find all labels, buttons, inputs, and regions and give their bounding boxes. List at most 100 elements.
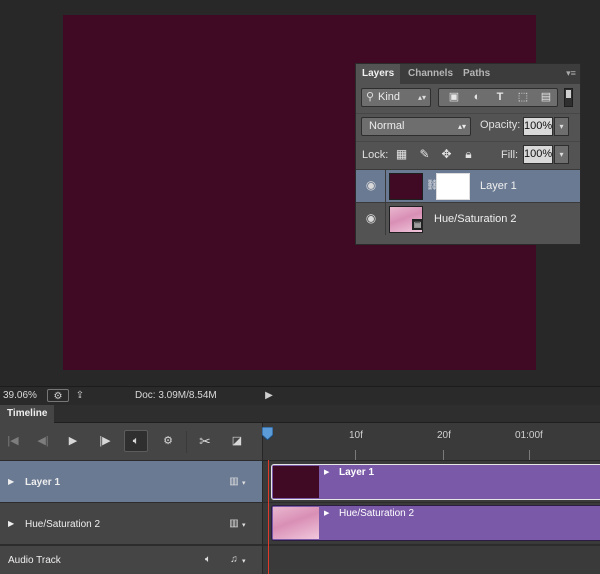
track-lane-hue-saturation-2: ▶ Hue/Saturation 2 xyxy=(262,503,600,545)
clip-expand-icon[interactable]: ▶ xyxy=(324,468,329,476)
blend-row: Normal ▴▾ Opacity: 100% ▾ xyxy=(356,113,580,141)
lock-transparency-icon[interactable]: ▦ xyxy=(395,148,408,161)
previous-frame-icon[interactable]: ◀| xyxy=(34,432,52,450)
lock-pixels-icon[interactable]: ✎ xyxy=(418,148,431,161)
visibility-column: ◉ xyxy=(356,170,386,202)
pixel-filter-icon[interactable]: ▣ xyxy=(447,91,461,104)
layer-mask-thumbnail[interactable] xyxy=(436,173,470,200)
status-bar: 39.06% ⚙ ⇪ Doc: 3.09M/8.54M ▶ xyxy=(0,386,600,405)
ruler-tick xyxy=(443,450,444,460)
dropdown-arrows-icon: ▴▾ xyxy=(457,122,466,131)
ruler-label-20f: 20f xyxy=(437,430,451,441)
fill-field[interactable]: 100% xyxy=(523,145,553,164)
fill-label: Fill: xyxy=(501,149,519,161)
filter-toggle[interactable] xyxy=(564,88,573,107)
eye-icon[interactable]: ◉ xyxy=(364,179,378,191)
status-menu-arrow-icon[interactable]: ▶ xyxy=(262,389,276,402)
doc-size: Doc: 3.09M/8.54M xyxy=(135,390,217,401)
track-header-layer-1[interactable]: ▶ Layer 1 ▥ ▾ xyxy=(0,461,262,503)
blend-mode-dropdown[interactable]: Normal ▴▾ xyxy=(361,117,471,136)
track-menu-caret-icon[interactable]: ▾ xyxy=(242,521,246,529)
panel-menu-icon[interactable]: ▾≡ xyxy=(566,68,576,78)
track-menu-caret-icon[interactable]: ▾ xyxy=(242,479,246,487)
ruler-tick xyxy=(355,450,356,460)
adjustment-badge-icon: ▤ xyxy=(412,219,423,230)
playhead-line xyxy=(268,460,269,574)
clip-label: Hue/Saturation 2 xyxy=(339,508,415,519)
track-label: Layer 1 xyxy=(25,477,61,488)
visibility-column: ◉ xyxy=(356,203,386,235)
lock-label: Lock: xyxy=(362,149,389,161)
transition-icon[interactable]: ◪ xyxy=(228,432,246,450)
zoom-level[interactable]: 39.06% xyxy=(3,390,37,401)
lock-all-icon[interactable]: 🔒︎ xyxy=(462,148,475,161)
gpu-status-icon[interactable]: ⚙ xyxy=(47,389,69,402)
expand-triangle-icon[interactable]: ▶ xyxy=(8,477,14,486)
timeline-controls: |◀ ◀| ▶ |▶ 🔈︎ ⚙ ✂ ◪ xyxy=(0,423,262,461)
audio-menu-caret-icon[interactable]: ▾ xyxy=(242,557,246,565)
next-frame-icon[interactable]: |▶ xyxy=(96,432,114,450)
audio-track-label: Audio Track xyxy=(8,555,61,566)
layer-thumbnail[interactable] xyxy=(389,173,423,200)
filter-icons-group: ▣ ◐ T ⬚ ▤ xyxy=(438,88,558,107)
layer-name[interactable]: Hue/Saturation 2 xyxy=(434,213,517,225)
opacity-field[interactable]: 100% xyxy=(523,117,553,136)
eye-icon[interactable]: ◉ xyxy=(364,212,378,224)
opacity-slider-button[interactable]: ▾ xyxy=(554,117,569,136)
share-export-icon[interactable]: ⇪ xyxy=(73,389,87,402)
type-filter-icon[interactable]: T xyxy=(493,91,507,104)
track-lane-layer-1: ▶ Layer 1 xyxy=(262,461,600,503)
go-to-first-frame-icon[interactable]: |◀ xyxy=(4,432,22,450)
smart-object-filter-icon[interactable]: ▤ xyxy=(539,91,553,104)
clip-hue-saturation-2[interactable]: ▶ Hue/Saturation 2 xyxy=(271,505,600,541)
clip-layer-1[interactable]: ▶ Layer 1 xyxy=(271,464,600,500)
track-header-hue-saturation-2[interactable]: ▶ Hue/Saturation 2 ▥ ▾ xyxy=(0,503,262,545)
shape-filter-icon[interactable]: ⬚ xyxy=(516,91,530,104)
ruler-tick xyxy=(529,450,530,460)
mute-audio-icon[interactable]: 🔈︎ xyxy=(124,430,148,452)
audio-mute-speaker-icon[interactable]: 🔈︎ xyxy=(202,554,214,566)
timeline-tab-bar: Timeline xyxy=(0,405,600,423)
tab-paths[interactable]: Paths xyxy=(457,64,496,84)
playhead-icon[interactable] xyxy=(262,427,273,440)
dropdown-arrows-icon: ▴▾ xyxy=(417,93,426,102)
tab-timeline[interactable]: Timeline xyxy=(0,405,55,423)
clip-thumbnail xyxy=(273,507,319,539)
filter-row: ⚲ Kind ▴▾ ▣ ◐ T ⬚ ▤ xyxy=(356,85,580,112)
audio-track-lane xyxy=(262,545,600,574)
layers-panel: Layers Channels Paths ▾≡ ⚲ Kind ▴▾ ▣ ◐ T… xyxy=(355,63,581,245)
timeline-panel: Timeline |◀ ◀| ▶ |▶ 🔈︎ ⚙ ✂ ◪ 10f 20f 01:… xyxy=(0,405,600,574)
layer-row-hue-saturation-2[interactable]: ◉ ▤ Hue/Saturation 2 xyxy=(356,202,580,235)
tab-channels[interactable]: Channels xyxy=(402,64,459,84)
lock-row: Lock: ▦ ✎ ✥ 🔒︎ Fill: 100% ▾ xyxy=(356,141,580,169)
adjustment-filter-icon[interactable]: ◐ xyxy=(470,91,484,104)
playback-settings-gear-icon[interactable]: ⚙ xyxy=(159,432,177,450)
split-scissors-icon[interactable]: ✂ xyxy=(196,432,214,450)
play-icon[interactable]: ▶ xyxy=(64,432,82,450)
clip-thumbnail xyxy=(273,466,319,498)
panel-tab-bar: Layers Channels Paths ▾≡ xyxy=(356,64,580,84)
search-icon: ⚲ xyxy=(366,91,375,103)
fill-slider-button[interactable]: ▾ xyxy=(554,145,569,164)
link-chain-icon[interactable]: ⛓ xyxy=(426,179,439,192)
layer-name[interactable]: Layer 1 xyxy=(480,180,517,192)
track-label: Hue/Saturation 2 xyxy=(25,519,101,530)
blend-mode-value: Normal xyxy=(369,120,405,132)
ruler-label-10f: 10f xyxy=(349,430,363,441)
kind-filter-dropdown[interactable]: ⚲ Kind ▴▾ xyxy=(361,88,431,107)
timeline-ruler[interactable]: 10f 20f 01:00f xyxy=(262,423,600,461)
layer-row-layer-1[interactable]: ◉ ⛓ Layer 1 xyxy=(356,169,580,202)
lock-position-icon[interactable]: ✥ xyxy=(440,148,453,161)
separator xyxy=(186,431,187,453)
ruler-label-01-00f: 01:00f xyxy=(515,430,543,441)
kind-filter-label: Kind xyxy=(378,91,401,103)
film-strip-icon[interactable]: ▥ xyxy=(228,476,240,488)
audio-track-header[interactable]: Audio Track 🔈︎ ♫ ▾ xyxy=(0,545,262,574)
expand-triangle-icon[interactable]: ▶ xyxy=(8,519,14,528)
music-note-icon[interactable]: ♫ xyxy=(228,554,240,566)
opacity-label: Opacity: xyxy=(480,119,521,131)
film-strip-icon[interactable]: ▥ xyxy=(228,518,240,530)
clip-label: Layer 1 xyxy=(339,467,375,478)
clip-expand-icon[interactable]: ▶ xyxy=(324,509,329,517)
tab-layers[interactable]: Layers xyxy=(356,64,401,84)
